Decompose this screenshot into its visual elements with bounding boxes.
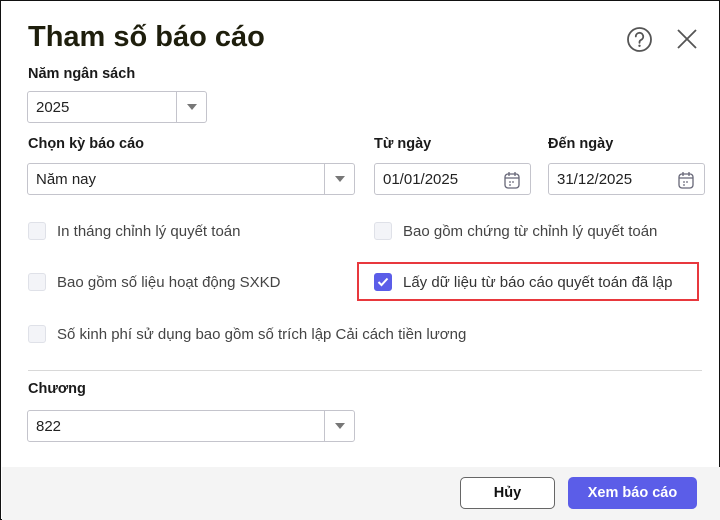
option-label: Lấy dữ liệu từ báo cáo quyết toán đã lập <box>403 273 673 291</box>
checkbox[interactable] <box>28 325 46 343</box>
option-label: Bao gồm số liệu hoạt động SXKD <box>57 273 281 291</box>
report-parameters-dialog: Tham số báo cáo Năm ngân sách 2025 Chọn … <box>0 0 720 520</box>
period-value: Năm nay <box>36 170 97 188</box>
chevron-down-icon[interactable] <box>324 164 354 194</box>
option-use-existing-report-data[interactable]: Lấy dữ liệu từ báo cáo quyết toán đã lập <box>374 273 672 291</box>
calendar-icon[interactable] <box>678 171 694 189</box>
budget-year-select[interactable]: 2025 <box>27 91 207 123</box>
help-circle-icon[interactable] <box>626 26 653 53</box>
from-date-label: Từ ngày <box>374 136 432 152</box>
checkbox-checked[interactable] <box>374 273 392 291</box>
chevron-down-icon[interactable] <box>176 92 206 122</box>
period-select[interactable]: Năm nay <box>27 163 355 195</box>
option-include-adjustment-vouchers[interactable]: Bao gồm chứng từ chỉnh lý quyết toán <box>374 222 657 240</box>
option-label: Bao gồm chứng từ chỉnh lý quyết toán <box>403 222 658 240</box>
chevron-down-icon[interactable] <box>324 411 354 441</box>
from-date-input[interactable]: 01/01/2025 <box>374 163 531 195</box>
to-date-value: 31/12/2025 <box>557 170 633 188</box>
option-print-adjustment-month[interactable]: In tháng chỉnh lý quyết toán <box>28 222 240 240</box>
from-date-value: 01/01/2025 <box>383 170 459 188</box>
cancel-button[interactable]: Hủy <box>460 477 555 509</box>
budget-year-label: Năm ngân sách <box>28 66 136 82</box>
close-icon[interactable] <box>676 28 698 50</box>
dialog-title: Tham số báo cáo <box>28 21 265 53</box>
period-label: Chọn kỳ báo cáo <box>28 136 145 152</box>
checkbox[interactable] <box>374 222 392 240</box>
chapter-value: 822 <box>36 417 62 435</box>
divider <box>28 370 702 371</box>
check-icon <box>377 277 389 287</box>
checkbox[interactable] <box>28 273 46 291</box>
to-date-label: Đến ngày <box>548 136 614 152</box>
option-label: In tháng chỉnh lý quyết toán <box>57 222 241 240</box>
chapter-label: Chương <box>28 381 86 397</box>
budget-year-value: 2025 <box>36 98 70 116</box>
chapter-select[interactable]: 822 <box>27 410 355 442</box>
option-include-business-data[interactable]: Bao gồm số liệu hoạt động SXKD <box>28 273 280 291</box>
calendar-icon[interactable] <box>504 171 520 189</box>
to-date-input[interactable]: 31/12/2025 <box>548 163 705 195</box>
option-include-salary-reform[interactable]: Số kinh phí sử dụng bao gồm số trích lập… <box>28 325 466 343</box>
option-label: Số kinh phí sử dụng bao gồm số trích lập… <box>57 325 467 343</box>
checkbox[interactable] <box>28 222 46 240</box>
view-report-button[interactable]: Xem báo cáo <box>568 477 697 509</box>
